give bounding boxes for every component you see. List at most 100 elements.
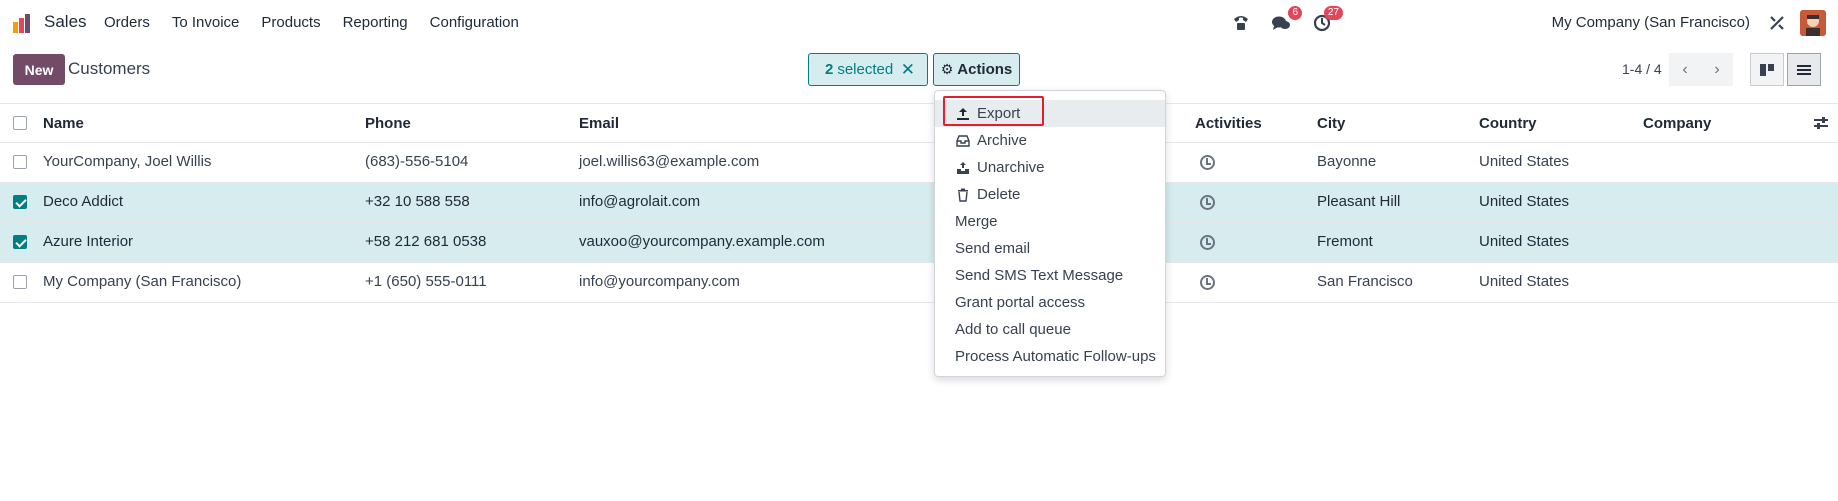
action-merge[interactable]: Merge — [935, 208, 1165, 235]
debug-tools-icon[interactable] — [1766, 12, 1788, 34]
chevron-left-icon: ‹ — [1682, 60, 1688, 78]
action-label: Archive — [977, 132, 1028, 149]
app-name[interactable]: Sales — [44, 12, 87, 32]
action-send-sms[interactable]: Send SMS Text Message — [935, 262, 1165, 289]
row-checkbox[interactable] — [13, 275, 27, 289]
cell-name: My Company (San Francisco) — [43, 273, 242, 290]
cell-email: info@agrolait.com — [579, 193, 701, 210]
table-row[interactable]: YourCompany, Joel Willis (683)-556-5104 … — [0, 143, 1838, 183]
action-grant-portal-access[interactable]: Grant portal access — [935, 289, 1165, 316]
actions-button[interactable]: ⚙ Actions — [933, 53, 1020, 86]
cell-phone: +32 10 588 558 — [365, 193, 470, 210]
action-label: Send SMS Text Message — [955, 267, 1124, 284]
chevron-right-icon: › — [1714, 60, 1720, 78]
cell-name: Azure Interior — [43, 233, 134, 250]
action-send-email[interactable]: Send email — [935, 235, 1165, 262]
cell-country: United States — [1479, 153, 1570, 170]
selection-indicator[interactable]: 2 selected ✕ — [808, 53, 928, 86]
column-header-phone[interactable]: Phone — [365, 115, 411, 132]
table-row[interactable]: My Company (San Francisco) +1 (650) 555-… — [0, 263, 1838, 303]
action-label: Delete — [977, 186, 1021, 203]
menu-orders[interactable]: Orders — [104, 14, 150, 31]
activity-clock-icon[interactable] — [1200, 155, 1215, 170]
cell-email: info@yourcompany.com — [579, 273, 740, 290]
clear-selection-icon[interactable]: ✕ — [901, 60, 915, 80]
inbox-icon — [955, 134, 971, 148]
phone-icon[interactable] — [1230, 12, 1252, 34]
table-row[interactable]: Azure Interior +58 212 681 0538 vauxoo@y… — [0, 223, 1838, 263]
kanban-icon — [1760, 63, 1774, 76]
menu-configuration[interactable]: Configuration — [430, 14, 519, 31]
cell-country: United States — [1479, 233, 1570, 250]
column-header-city[interactable]: City — [1317, 115, 1345, 132]
action-unarchive[interactable]: Unarchive — [935, 154, 1165, 181]
messages-icon[interactable]: 6 — [1270, 6, 1302, 34]
action-label: Grant portal access — [955, 294, 1086, 311]
action-label: Merge — [955, 213, 998, 230]
selected-label: selected — [837, 61, 894, 78]
actions-dropdown-menu: Export Archive Unarchive Delete Merge Se… — [934, 90, 1166, 377]
company-switcher[interactable]: My Company (San Francisco) — [1552, 14, 1750, 31]
export-highlight-annotation — [943, 96, 1044, 126]
action-add-to-call-queue[interactable]: Add to call queue — [935, 316, 1165, 343]
action-label: Add to call queue — [955, 321, 1071, 338]
menu-products[interactable]: Products — [261, 14, 320, 31]
select-all-checkbox[interactable] — [13, 116, 27, 130]
cell-email: vauxoo@yourcompany.example.com — [579, 233, 825, 250]
activities-icon[interactable]: 27 — [1311, 6, 1343, 34]
new-button[interactable]: New — [13, 54, 65, 85]
cell-country: United States — [1479, 193, 1570, 210]
cell-email: joel.willis63@example.com — [579, 153, 760, 170]
table-row[interactable]: Deco Addict +32 10 588 558 info@agrolait… — [0, 183, 1838, 223]
pager-previous-button[interactable]: ‹ — [1669, 53, 1701, 86]
cell-city: Pleasant Hill — [1317, 193, 1401, 210]
action-process-follow-ups[interactable]: Process Automatic Follow-ups — [935, 343, 1165, 370]
sales-app-icon[interactable] — [12, 12, 34, 34]
action-label: Unarchive — [977, 159, 1045, 176]
row-checkbox[interactable] — [13, 195, 27, 209]
activities-badge: 27 — [1323, 6, 1343, 20]
kanban-view-button[interactable] — [1750, 53, 1784, 86]
column-header-activities[interactable]: Activities — [1195, 115, 1262, 132]
action-label: Process Automatic Follow-ups — [955, 348, 1156, 365]
menu-to-invoice[interactable]: To Invoice — [172, 14, 240, 31]
cell-name: YourCompany, Joel Willis — [43, 153, 212, 170]
column-header-name[interactable]: Name — [43, 115, 84, 132]
top-navbar: Sales Orders To Invoice Products Reporti… — [0, 0, 1838, 46]
table-header: Name Phone Email Activities City Country… — [0, 103, 1838, 143]
pager-value[interactable]: 1-4 / 4 — [1622, 61, 1662, 77]
page-title: Customers — [68, 59, 151, 78]
column-header-country[interactable]: Country — [1479, 115, 1537, 132]
column-header-company[interactable]: Company — [1643, 115, 1711, 132]
list-icon — [1797, 64, 1811, 75]
column-header-email[interactable]: Email — [579, 115, 619, 132]
cell-country: United States — [1479, 273, 1570, 290]
action-label: Send email — [955, 240, 1031, 257]
pager-next-button[interactable]: › — [1701, 53, 1733, 86]
action-delete[interactable]: Delete — [935, 181, 1165, 208]
cell-phone: (683)-556-5104 — [365, 153, 469, 170]
unarchive-icon — [955, 161, 971, 175]
cell-city: San Francisco — [1317, 273, 1413, 290]
cell-city: Fremont — [1317, 233, 1373, 250]
activity-clock-icon[interactable] — [1200, 275, 1215, 290]
cell-phone: +1 (650) 555-0111 — [365, 273, 487, 290]
action-archive[interactable]: Archive — [935, 127, 1165, 154]
activity-clock-icon[interactable] — [1200, 235, 1215, 250]
trash-icon — [955, 188, 971, 202]
cell-phone: +58 212 681 0538 — [365, 233, 487, 250]
user-avatar[interactable] — [1800, 10, 1826, 36]
messages-badge: 6 — [1288, 6, 1302, 20]
row-checkbox[interactable] — [13, 155, 27, 169]
main-menu: Orders To Invoice Products Reporting Con… — [104, 14, 541, 31]
actions-label: Actions — [957, 61, 1013, 78]
row-checkbox[interactable] — [13, 235, 27, 249]
list-view-button[interactable] — [1787, 53, 1821, 86]
activity-clock-icon[interactable] — [1200, 195, 1215, 210]
selected-count: 2 — [825, 61, 834, 78]
cell-city: Bayonne — [1317, 153, 1377, 170]
cell-name: Deco Addict — [43, 193, 124, 210]
gear-icon: ⚙ — [940, 61, 954, 77]
menu-reporting[interactable]: Reporting — [343, 14, 408, 31]
optional-columns-icon[interactable] — [1813, 116, 1829, 134]
